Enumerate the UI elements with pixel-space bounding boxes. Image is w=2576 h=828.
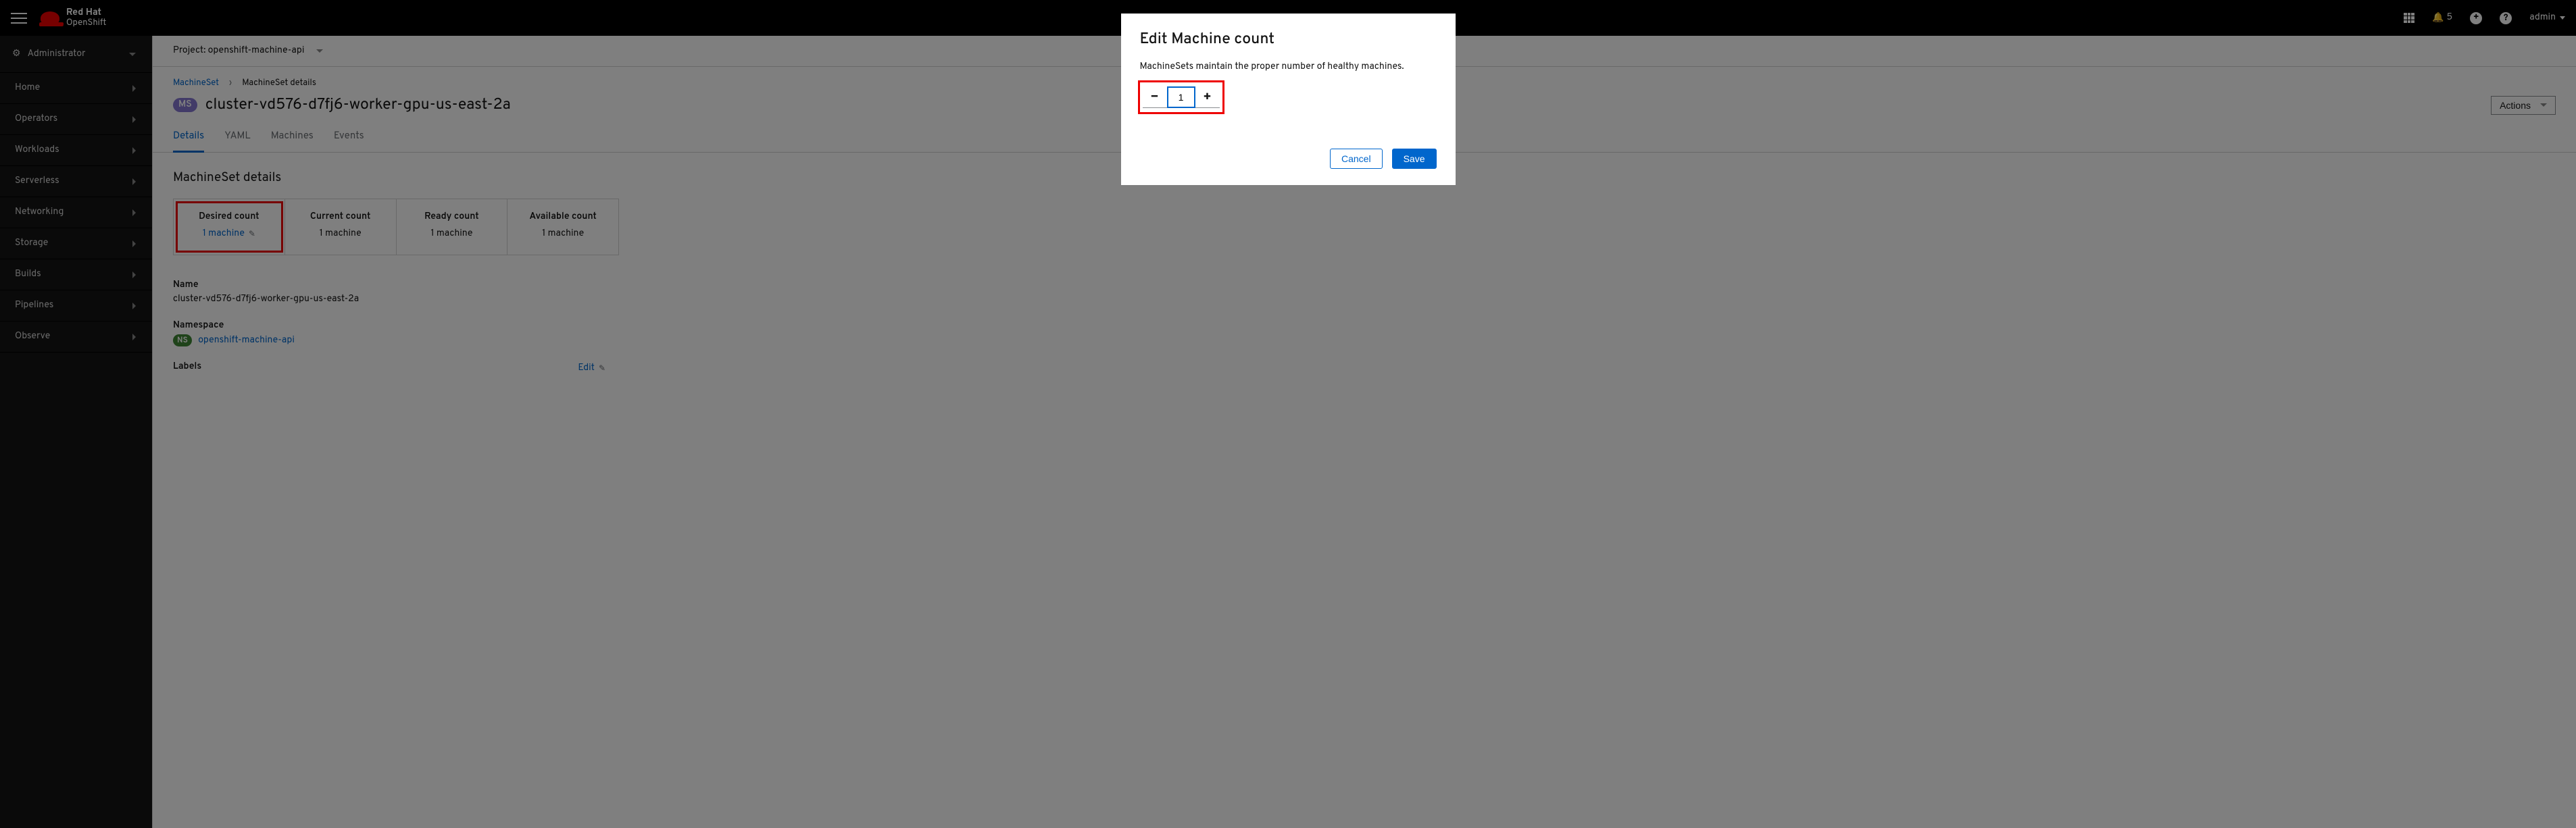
modal-description: MachineSets maintain the proper number o… [1140,61,1437,73]
decrement-button[interactable]: − [1143,86,1167,108]
modal-overlay[interactable]: Edit Machine count MachineSets maintain … [0,0,2576,828]
count-input[interactable] [1167,86,1195,108]
count-stepper: − + [1140,82,1222,112]
increment-button[interactable]: + [1195,86,1220,108]
modal-title: Edit Machine count [1140,30,1437,49]
save-button[interactable]: Save [1392,149,1437,169]
cancel-button[interactable]: Cancel [1330,149,1383,169]
edit-machine-count-modal: Edit Machine count MachineSets maintain … [1121,14,1456,185]
